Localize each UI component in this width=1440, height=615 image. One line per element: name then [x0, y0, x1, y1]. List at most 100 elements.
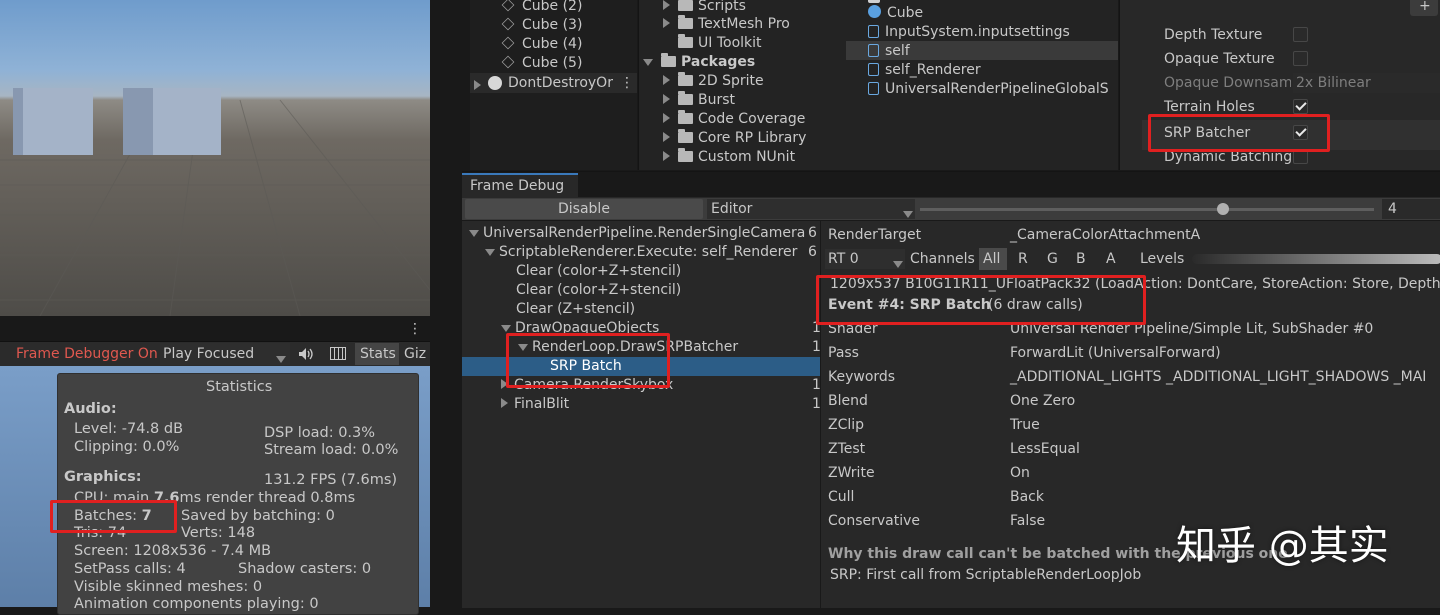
cube-icon — [501, 36, 515, 50]
rt-dropdown[interactable]: RT 0 — [825, 249, 905, 269]
tree-item[interactable]: Clear (color+Z+stencil) — [516, 281, 681, 299]
folder-item[interactable]: TextMesh Pro — [663, 15, 790, 33]
tree-item-selected[interactable]: SRP Batch — [462, 357, 820, 376]
gizmos-button[interactable]: Giz — [404, 345, 426, 363]
expand-arrow-icon[interactable] — [663, 94, 670, 104]
folder-label: TextMesh Pro — [698, 16, 790, 32]
hierarchy-item[interactable]: Cube (5) — [501, 54, 582, 72]
event-index-field[interactable]: 4 — [1382, 199, 1440, 219]
property-key: ZClip — [828, 417, 865, 433]
project-folders-panel: Scripts TextMesh Pro UI Toolkit Packages… — [638, 0, 847, 170]
event-slider-thumb[interactable] — [1217, 203, 1229, 215]
collapse-arrow-icon[interactable] — [485, 249, 495, 256]
package-item[interactable]: 2D Sprite — [663, 72, 764, 90]
packages-folder[interactable]: Packages — [643, 53, 755, 71]
folder-item[interactable]: Scripts — [663, 0, 746, 15]
packages-label: Packages — [681, 54, 756, 70]
depth-texture-checkbox[interactable] — [1293, 27, 1308, 42]
hierarchy-item[interactable]: Cube (3) — [501, 16, 582, 34]
package-item[interactable]: Custom NUnit — [663, 148, 795, 166]
dynamic-batching-checkbox[interactable] — [1293, 149, 1308, 164]
tree-item[interactable]: Clear (color+Z+stencil) — [516, 262, 681, 280]
asset-item[interactable]: UniversalRenderPipelineGlobalS — [868, 80, 1109, 98]
expand-arrow-icon[interactable] — [663, 113, 670, 123]
folder-open-icon — [661, 53, 676, 67]
expand-arrow-icon[interactable] — [663, 151, 670, 161]
expand-arrow-icon[interactable] — [663, 132, 670, 142]
batch-reason-text: SRP: First call from ScriptableRenderLoo… — [830, 567, 1142, 583]
folder-icon — [678, 148, 693, 162]
graphics-verts: Verts: 148 — [181, 525, 256, 541]
hierarchy-item[interactable]: Cube (2) — [501, 0, 582, 15]
play-focused-dropdown[interactable]: Play Focused — [160, 343, 290, 365]
watermark: 知乎 @其实 — [1176, 523, 1389, 569]
target-dropdown[interactable]: Editor — [707, 199, 915, 219]
cube-object[interactable] — [13, 88, 93, 155]
grid-keyboard-icon[interactable] — [330, 347, 346, 360]
tree-item[interactable]: ScriptableRenderer.Execute: self_Rendere… — [485, 243, 797, 261]
tree-item[interactable]: DrawOpaqueObjects — [501, 319, 659, 337]
disable-button[interactable]: Disable — [465, 199, 703, 219]
event-draw-calls: (6 draw calls) — [988, 297, 1083, 313]
tree-item[interactable]: Clear (Z+stencil) — [516, 300, 635, 318]
folder-icon — [678, 15, 693, 29]
add-button[interactable]: + — [1410, 0, 1438, 16]
frame-debugger-on-label[interactable]: Frame Debugger On — [16, 345, 158, 363]
terrain-holes-checkbox[interactable] — [1293, 99, 1308, 114]
channel-all-button[interactable]: All — [979, 248, 1007, 270]
disable-button-label: Disable — [558, 201, 610, 217]
channel-b-button[interactable]: B — [1076, 250, 1086, 268]
expand-arrow-icon[interactable] — [474, 78, 481, 94]
event-slider[interactable] — [920, 200, 1374, 218]
render-target-value: _CameraColorAttachmentA — [1010, 227, 1201, 243]
folder-item[interactable]: UI Toolkit — [678, 34, 762, 52]
asset-item[interactable]: InputSystem.inputsettings — [868, 23, 1070, 41]
channel-a-button[interactable]: A — [1106, 250, 1116, 268]
levels-slider[interactable] — [1192, 254, 1440, 264]
folder-icon — [678, 72, 693, 86]
asset-item[interactable]: Cube — [868, 4, 923, 22]
asset-item[interactable]: self_Renderer — [868, 61, 981, 79]
opaque-downsampling-dropdown: 2x Bilinear — [1293, 73, 1440, 93]
event-title: Event #4: SRP Batch — [828, 297, 991, 313]
tree-item-count: 1 — [812, 396, 821, 412]
asset-label: self — [885, 43, 910, 59]
expand-arrow-icon[interactable] — [501, 398, 508, 408]
more-options-icon[interactable]: ⋮ — [620, 74, 634, 92]
collapse-arrow-icon[interactable] — [518, 344, 528, 351]
package-item[interactable]: Code Coverage — [663, 110, 805, 128]
asset-label: self_Renderer — [885, 62, 981, 78]
expand-arrow-icon[interactable] — [663, 18, 670, 28]
channel-r-button[interactable]: R — [1018, 250, 1028, 268]
graphics-screen: Screen: 1208x536 - 7.4 MB — [74, 543, 272, 559]
tree-item-label: RenderLoop.DrawSRPBatcher — [532, 339, 739, 355]
expand-arrow-icon[interactable] — [663, 0, 670, 10]
collapse-arrow-icon[interactable] — [501, 325, 511, 332]
tree-item[interactable]: UniversalRenderPipeline.RenderSingleCame… — [469, 224, 805, 242]
tab-frame-debug[interactable]: Frame Debug — [462, 173, 578, 197]
tree-item[interactable]: Camera.RenderSkybox — [501, 376, 673, 394]
package-item[interactable]: Burst — [663, 91, 735, 109]
expand-arrow-icon[interactable] — [663, 75, 670, 85]
hierarchy-dontdestroy-row[interactable]: DontDestroyOr ⋮ — [470, 73, 637, 93]
stats-button[interactable]: Stats — [355, 343, 399, 365]
hierarchy-item[interactable]: Cube (4) — [501, 35, 582, 53]
srp-batcher-checkbox[interactable] — [1293, 125, 1308, 140]
collapse-arrow-icon[interactable] — [469, 230, 479, 237]
asset-item-selected[interactable]: self — [846, 41, 1118, 60]
package-item[interactable]: Core RP Library — [663, 129, 806, 147]
scene-view[interactable] — [0, 0, 430, 316]
tree-item[interactable]: RenderLoop.DrawSRPBatcher — [518, 338, 738, 356]
channels-label: Channels — [910, 251, 975, 267]
urp-label-terrain-holes: Terrain Holes — [1164, 99, 1255, 115]
audio-mute-icon[interactable] — [298, 347, 314, 361]
expand-arrow-icon[interactable] — [501, 379, 508, 389]
more-options-icon[interactable]: ⋮ — [408, 320, 422, 338]
hierarchy-divider — [432, 0, 470, 170]
collapse-arrow-icon[interactable] — [643, 59, 653, 66]
property-key: ZTest — [828, 441, 866, 457]
opaque-texture-checkbox[interactable] — [1293, 51, 1308, 66]
tree-item[interactable]: FinalBlit — [501, 395, 569, 413]
property-key: Keywords — [828, 369, 896, 385]
channel-g-button[interactable]: G — [1047, 250, 1058, 268]
